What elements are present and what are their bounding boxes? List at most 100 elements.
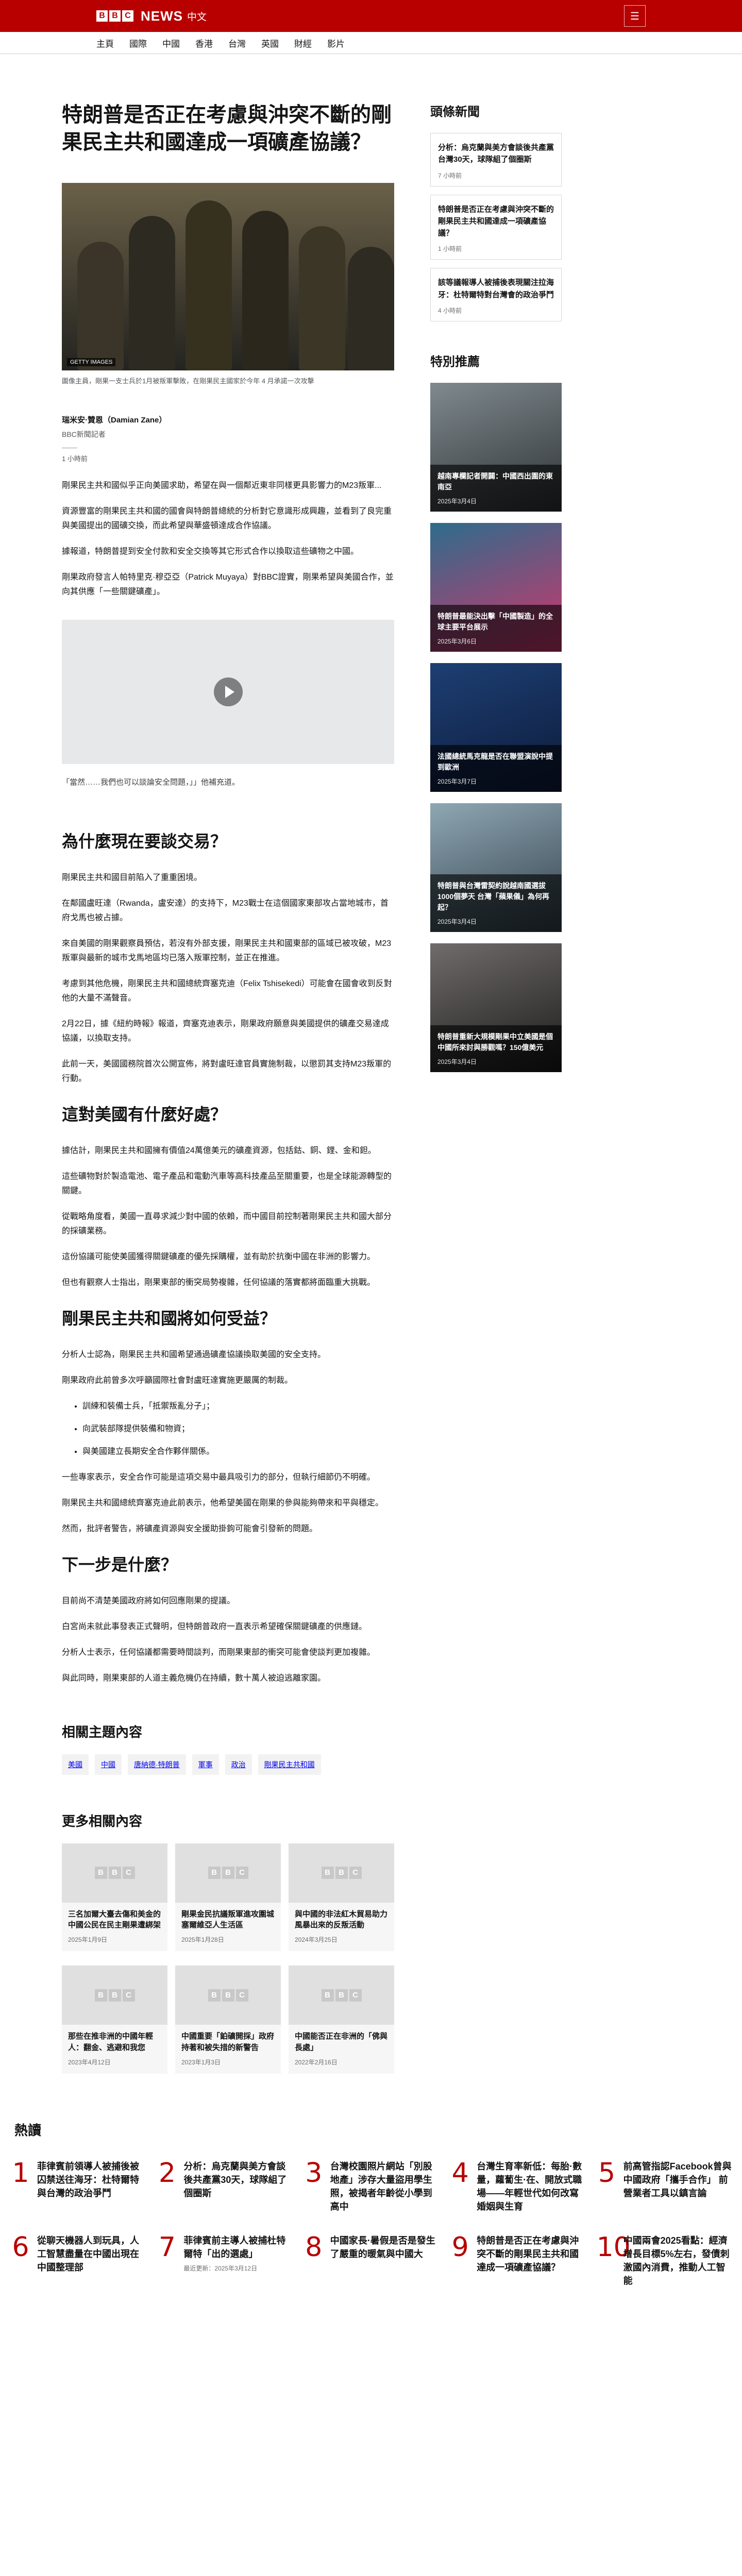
featured-card-title: 越南專欄記者開闢：中國西出圍的東南亞 [437, 471, 553, 491]
most-read-item[interactable]: 9 特朗普是否正在考慮與沖突不斷的剛果民主共和國達成一項礦產協議？ [450, 2234, 585, 2287]
most-read-body: 中國家長·暑假是否是發生了嚴重的暖氣與中國大 [330, 2234, 439, 2287]
headline-card-title: 特朗普是否正在考慮與沖突不斷的剛果民主共和國達成一項礦產協議？ [438, 205, 554, 238]
featured-card-title: 特朗普與台灣雷契約說越南國選拔1000個夢天 台灣「蘋果儀」為何再起？ [437, 881, 550, 911]
nav-item[interactable]: 主頁 [96, 37, 114, 49]
image-caption: 圖像主員，剛果一支士兵於1月被叛軍擊敗，在剛果民主國家於今年 4 月承諾一次攻擊 [62, 377, 314, 385]
most-read-item[interactable]: 1 菲律賓前領導人被捕後被囚禁送往海牙：杜特爾特與台灣的政治爭鬥 [10, 2160, 145, 2213]
nav-item[interactable]: 台灣 [228, 37, 246, 49]
featured-card[interactable]: 越南專欄記者開闢：中國西出圍的東南亞 2025年3月4日 [430, 382, 562, 512]
related-card-text: 那些在推非洲的中國年輕人：翻金、逃避和我您 2023年4月12日 [62, 2025, 167, 2074]
headline-card-time: 7 小時前 [438, 172, 462, 179]
topic-chip[interactable]: 軍事 [192, 1754, 219, 1775]
topics-list: 美國 中國 唐納德·特朗普 軍事 政治 剛果民主共和國 [62, 1754, 394, 1775]
article-paragraph: 這些礦物對於製造電池、電子產品和電動汽車等高科技產品至關重要，也是全球能源轉型的… [62, 1172, 392, 1195]
bbc-news-logo[interactable]: BBC NEWS 中文 [96, 8, 207, 24]
brand-language: 中文 [187, 11, 207, 23]
most-read-body: 中國兩會2025看點：經濟增長目標5%左右，發債刺激國內消費，推動人工智能 [623, 2234, 732, 2287]
most-read-item[interactable]: 3 台灣校園照片網站「別股地產」涉存大量盜用學生照，被揭者年齡從小學到高中 [303, 2160, 439, 2213]
most-read-rank: 6 [12, 2231, 29, 2263]
article-paragraph: 據估計，剛果民主共和國擁有價值24萬億美元的礦產資源，包括鈷、銅、鋰、金和鉭。 [62, 1146, 376, 1155]
video-player[interactable] [62, 619, 394, 764]
nav-item[interactable]: 香港 [195, 37, 213, 49]
related-card-text: 三名加爾大臺去傷和美金的中國公民在民主剛果遭綁架 2025年1月9日 [62, 1903, 167, 1952]
featured-card-overlay: 特朗普重新大規模剛果中立美國是個中國所來討與勝觀嗎？150億美元 2025年3月4… [430, 1025, 562, 1072]
most-read-rank: 10 [596, 2231, 631, 2263]
bullet-list: 訓練和裝備士兵，「抵禦叛亂分子」； 向武裝部隊提供裝備和物資； 與美國建立長期安全合… [82, 1399, 394, 1459]
play-icon[interactable] [213, 677, 243, 706]
most-read-rank: 7 [158, 2231, 176, 2263]
headline-card[interactable]: 分析：烏克蘭與美方會談後共產黨台灣30天，球隊組了個圈斯 7 小時前 [430, 133, 562, 187]
related-card[interactable]: B B C 中國能否正在非洲的「佛與長處」 2022年2月16日 [289, 1965, 394, 2074]
featured-card[interactable]: 特朗普與台灣雷契約說越南國選拔1000個夢天 台灣「蘋果儀」為何再起？ 2025年… [430, 803, 562, 932]
most-read-item[interactable]: 2 分析：烏克蘭與美方會談後共產黨30天，球隊組了個圈斯 [157, 2160, 292, 2213]
nav-item[interactable]: 國際 [129, 37, 147, 49]
article: 特朗普是否正在考慮與沖突不斷的剛果民主共和國達成一項礦產協議？ GETTY IM… [62, 101, 394, 2074]
nav-item[interactable]: 中國 [162, 37, 180, 49]
headlines-title: 頭條新聞 [430, 105, 480, 119]
sidebar: 頭條新聞 分析：烏克蘭與美方會談後共產黨台灣30天，球隊組了個圈斯 7 小時前特朗… [415, 101, 562, 2074]
article-paragraph: 資源豐富的剛果民主共和國的國會與特朗普總統的分析對它意識形成興趣，並看到了良完重… [62, 506, 392, 530]
related-card[interactable]: B B C 中國重要「鉑礦開採」政府持著和被失措的新警告 2023年1月3日 [175, 1965, 281, 2074]
most-read-rank: 1 [12, 2157, 29, 2189]
topic-chip[interactable]: 唐納德·特朗普 [128, 1754, 186, 1775]
nav-item[interactable]: 英國 [261, 37, 279, 49]
most-read-item[interactable]: 8 中國家長·暑假是否是發生了嚴重的暖氣與中國大 [303, 2234, 439, 2287]
featured-card-date: 2025年3月4日 [437, 918, 477, 925]
related-card[interactable]: B B C 與中國的非法紅木貿易助力風暴出來的反叛活動 2024年3月25日 [289, 1843, 394, 1952]
nav-item[interactable]: 影片 [327, 37, 345, 49]
headline-card-title: 分析：烏克蘭與美方會談後共產黨台灣30天，球隊組了個圈斯 [438, 143, 554, 164]
most-read-meta: 最近更新：2025年3月12日 [183, 2265, 258, 2273]
article-paragraph: 剛果民主共和國總統齊塞克迪此前表示，他希望美國在剛果的參與能夠帶來和平與穩定。 [62, 1498, 384, 1507]
bullet-item: 向武裝部隊提供裝備和物資； [82, 1422, 394, 1436]
most-read-item[interactable]: 6 從聊天機器人到玩具，人工智慧盡量在中國出現在中國整理部 [10, 2234, 145, 2287]
headline-card[interactable]: 該等議報導人被捕後表現關注拉海牙：杜特爾特對台灣會的政治爭鬥 4 小時前 [430, 268, 562, 321]
related-card[interactable]: B B C 那些在推非洲的中國年輕人：翻金、逃避和我您 2023年4月12日 [62, 1965, 167, 2074]
related-card-date: 2023年4月12日 [68, 2058, 111, 2066]
related-card[interactable]: B B C 剛果金民抗議叛軍進攻圍城塞爾維亞人生活區 2025年1月28日 [175, 1843, 281, 1952]
related-card[interactable]: B B C 三名加爾大臺去傷和美金的中國公民在民主剛果遭綁架 2025年1月9日 [62, 1843, 167, 1952]
most-read-title: 特朗普是否正在考慮與沖突不斷的剛果民主共和國達成一項礦產協議？ [477, 2235, 579, 2273]
section-heading: 為什麼現在要談交易？ [62, 831, 227, 851]
topic-chip[interactable]: 美國 [62, 1754, 89, 1775]
most-read-body: 前高管指認Facebook曾與中國政府「攜手合作」 前營業者工具以鎮言論 [623, 2160, 732, 2213]
most-read-rank: 4 [451, 2157, 469, 2189]
topic-chip[interactable]: 中國 [95, 1754, 122, 1775]
menu-icon[interactable]: ☰ [624, 5, 646, 27]
featured-card-date: 2025年3月7日 [437, 777, 477, 785]
nav-item[interactable]: 財經 [294, 37, 312, 49]
most-read-item[interactable]: 7 菲律賓前主導人被捕杜特爾特「出的選處」 最近更新：2025年3月12日 [157, 2234, 292, 2287]
featured-card-overlay: 特朗普與台灣雷契約說越南國選拔1000個夢天 台灣「蘋果儀」為何再起？ 2025年… [430, 874, 562, 932]
topic-chip[interactable]: 剛果民主共和國 [258, 1754, 321, 1775]
headline-card-time: 4 小時前 [438, 307, 462, 314]
related-card-title: 中國能否正在非洲的「佛與長處」 [295, 2032, 388, 2052]
publish-time: 1 小時前 [62, 454, 88, 463]
featured-card[interactable]: 特朗普最能決出擊「中國製造」的全球主要平台展示 2025年3月6日 [430, 522, 562, 652]
related-card-text: 剛果金民抗議叛軍進攻圍城塞爾維亞人生活區 2025年1月28日 [175, 1903, 281, 1952]
most-read-item[interactable]: 5 前高管指認Facebook曾與中國政府「攜手合作」 前營業者工具以鎮言論 [597, 2160, 732, 2213]
featured-card-title: 特朗普最能決出擊「中國製造」的全球主要平台展示 [437, 612, 553, 631]
most-read-item[interactable]: 4 台灣生育率新低：每胎·數量，蘿蔔生·在、開放式職場——年輕世代如何改寫婚姻與生… [450, 2160, 585, 2213]
most-read-item[interactable]: 10 中國兩會2025看點：經濟增長目標5%左右，發債刺激國內消費，推動人工智能 [597, 2234, 732, 2287]
related-card-text: 中國重要「鉑礦開採」政府持著和被失措的新警告 2023年1月3日 [175, 2025, 281, 2074]
related-grid: B B C 三名加爾大臺去傷和美金的中國公民在民主剛果遭綁架 2025年1月9日 B B C 剛… [62, 1843, 394, 2074]
headline-card[interactable]: 特朗普是否正在考慮與沖突不斷的剛果民主共和國達成一項礦產協議？ 1 小時前 [430, 194, 562, 260]
featured-card[interactable]: 特朗普重新大規模剛果中立美國是個中國所來討與勝觀嗎？150億美元 2025年3月4… [430, 943, 562, 1072]
featured-card-overlay: 法國總統馬克龍是否在聯盟演說中提到歐洲 2025年3月7日 [430, 744, 562, 792]
bbc-logo-blocks: BBC [96, 10, 133, 22]
most-read-title: 菲律賓前主導人被捕杜特爾特「出的選處」 [183, 2235, 286, 2260]
article-headline: 特朗普是否正在考慮與沖突不斷的剛果民主共和國達成一項礦產協議？ [62, 103, 392, 154]
bbc-placeholder-icon: BBC [62, 1843, 167, 1903]
related-card-text: 與中國的非法紅木貿易助力風暴出來的反叛活動 2024年3月25日 [289, 1903, 394, 1952]
topic-chip[interactable]: 政治 [225, 1754, 252, 1775]
featured-card[interactable]: 法國總統馬克龍是否在聯盟演說中提到歐洲 2025年3月7日 [430, 663, 562, 792]
related-card-title: 與中國的非法紅木貿易助力風暴出來的反叛活動 [295, 1909, 388, 1930]
video-caption: 「當然……我們也可以談論安全問題，」」他補充道。 [62, 777, 240, 787]
most-read-title: 台灣生育率新低：每胎·數量，蘿蔔生·在、開放式職場——年輕世代如何改寫婚姻與生育 [477, 2161, 582, 2212]
most-read-body: 菲律賓前主導人被捕杜特爾特「出的選處」最近更新：2025年3月12日 [183, 2234, 292, 2287]
most-read-body: 菲律賓前領導人被捕後被囚禁送往海牙：杜特爾特與台灣的政治爭鬥 [37, 2160, 145, 2213]
article-paragraph: 剛果政府此前曾多次呼籲國際社會對盧旺達實施更嚴厲的制裁。 [62, 1376, 293, 1385]
bbc-placeholder-icon: BBC [175, 1843, 281, 1903]
featured-card-overlay: 越南專欄記者開闢：中國西出圍的東南亞 2025年3月4日 [430, 464, 562, 512]
most-read-rank: 9 [451, 2231, 469, 2263]
related-card-title: 三名加爾大臺去傷和美金的中國公民在民主剛果遭綁架 [68, 1909, 161, 1930]
